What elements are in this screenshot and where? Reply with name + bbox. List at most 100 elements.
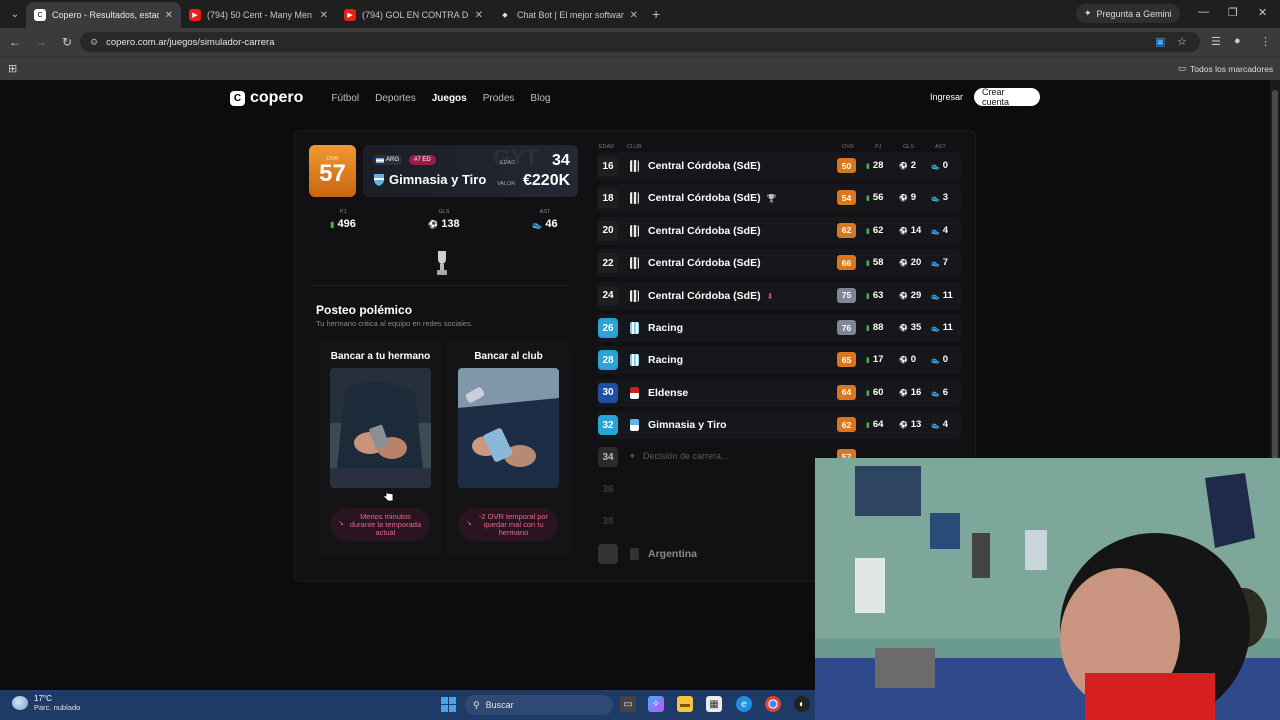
nav-juegos[interactable]: Juegos <box>432 93 467 104</box>
event-title: Posteo polémico <box>316 303 413 317</box>
apps-grid-icon[interactable]: ⊞ <box>8 62 17 75</box>
row-ast-value: 0 <box>942 160 949 171</box>
search-label: Buscar <box>485 700 514 710</box>
row-age: 32 <box>598 415 618 436</box>
forward-arrow-icon[interactable]: → <box>30 35 52 49</box>
site-nav: Fútbol Deportes Juegos Prodes Blog <box>331 93 550 104</box>
matches-icon: ▮ <box>866 325 870 332</box>
choice-effect: ↘ -2 OVR temporal por quedar mal con tu … <box>459 508 558 541</box>
translate-icon[interactable]: ▣ <box>1155 35 1165 48</box>
boot-icon: 👟 <box>931 422 940 430</box>
back-arrow-icon[interactable]: ← <box>4 35 26 49</box>
chevron-down-icon: ⌄ <box>10 8 20 20</box>
effect-text: Menos minutos durante la temporada actua… <box>349 511 422 537</box>
career-row[interactable]: 28 Racing 65 ▮ 17 ⚽ 0 👟 0 <box>597 346 961 375</box>
choice-title: Bancar a tu hermano <box>330 351 431 362</box>
nav-deportes[interactable]: Deportes <box>375 93 416 104</box>
chrome-icon[interactable] <box>765 696 781 712</box>
tab-search-button[interactable]: ⌄ <box>4 3 26 25</box>
store-icon[interactable]: ▦ <box>706 696 722 712</box>
row-ast-value: 7 <box>942 257 949 269</box>
copilot-icon[interactable]: ✧ <box>648 696 664 712</box>
close-icon[interactable]: ✕ <box>630 10 638 21</box>
tab-chatbot[interactable]: ◆ Chat Bot | El mejor software pa ✕ <box>491 2 646 28</box>
tab-youtube-1[interactable]: ▶ (794) 50 Cent - Many Men (Wis ✕ <box>181 2 336 28</box>
career-row[interactable]: 16 Central Córdoba (SdE) 50 ▮ 28 ⚽ 2 👟 0 <box>597 152 961 180</box>
matches-icon: ▮ <box>866 389 870 397</box>
row-age: 22 <box>598 253 618 274</box>
phone-user-illustration <box>330 368 431 488</box>
row-ast-value: 4 <box>942 224 949 236</box>
relegation-icon: ⬇ <box>766 291 774 301</box>
close-icon[interactable]: ✕ <box>475 10 483 21</box>
row-ovr: 64 <box>837 384 856 400</box>
matches-icon: ▮ <box>866 292 870 300</box>
row-pj: ▮ 88 <box>866 322 883 333</box>
choice-back-club[interactable]: Bancar al club ↘ -2 OVR temporal por que… <box>447 341 570 556</box>
boot-icon: 👟 <box>532 220 543 229</box>
all-bookmarks-button[interactable]: ▭ Todos los marcadores <box>1178 63 1273 74</box>
row-pj: ▮ 62 <box>866 225 883 236</box>
career-row[interactable]: 22 Central Córdoba (SdE) 66 ▮ 58 ⚽ 20 👟 7 <box>597 249 961 278</box>
row-age: 24 <box>598 285 618 306</box>
row-pj-value: 64 <box>872 419 884 431</box>
career-row[interactable]: 26 Racing 76 ▮ 88 ⚽ 35 👟 11 <box>597 314 961 342</box>
row-ast: 👟 4 <box>931 225 948 236</box>
choice-back-brother[interactable]: Bancar a tu hermano ↘ Menos minutos dura… <box>319 341 442 556</box>
nav-prodes[interactable]: Prodes <box>483 93 515 104</box>
stat-pj: PJ ▮ 496 <box>313 209 373 230</box>
tab-groups-icon[interactable]: ☰ <box>1211 35 1221 48</box>
choice-title: Bancar al club <box>474 351 543 362</box>
more-menu-icon[interactable]: ⋮ <box>1260 35 1271 48</box>
row-pj-value: 28 <box>872 160 884 171</box>
club-crest-icon <box>630 257 639 270</box>
choice-image <box>458 368 559 488</box>
app-icon[interactable]: ◐ <box>794 696 810 712</box>
folder-icon: ▭ <box>1178 63 1187 73</box>
browser-tab-bar: ⌄ C Copero - Resultados, estadístic ✕ ▶ … <box>0 0 1280 28</box>
career-row[interactable]: 32 Gimnasia y Tiro 62 ▮ 64 ⚽ 13 👟 4 <box>597 411 961 440</box>
tab-youtube-2[interactable]: ▶ (794) GOL EN CONTRA DE OTA ✕ <box>336 2 491 28</box>
career-row[interactable]: 30 Eldense 64 ▮ 60 ⚽ 16 👟 6 <box>597 378 961 407</box>
row-ast: 👟 0 <box>931 354 948 365</box>
close-icon[interactable]: ✕ <box>320 10 328 21</box>
row-gls-value: 9 <box>910 192 917 204</box>
nav-futbol[interactable]: Fútbol <box>331 93 359 104</box>
chatbot-icon: ◆ <box>502 12 508 19</box>
taskbar-search[interactable]: ⚲ Buscar <box>465 695 613 715</box>
nav-blog[interactable]: Blog <box>530 93 550 104</box>
close-icon[interactable]: ✕ <box>165 10 173 21</box>
task-view-icon[interactable]: ▭ <box>620 696 636 712</box>
career-row[interactable]: 20 Central Córdoba (SdE) 62 ▮ 62 ⚽ 14 👟 4 <box>597 216 961 245</box>
player-club: Gimnasia y Tiro <box>373 172 486 187</box>
row-age: 26 <box>598 318 618 338</box>
new-tab-button[interactable]: + <box>652 6 660 22</box>
career-row[interactable]: 18 Central Córdoba (SdE) 🏆 54 ▮ 56 ⚽ 9 👟 3 <box>597 184 961 213</box>
row-gls: ⚽ 16 <box>899 387 921 398</box>
site-info-icon[interactable]: ⚙ <box>90 37 98 48</box>
url-bar[interactable]: ⚙ copero.com.ar/juegos/simulador-carrera <box>80 32 1200 52</box>
row-ast: 👟 3 <box>931 192 948 203</box>
maximize-icon[interactable]: ❐ <box>1228 6 1238 19</box>
windows-start-icon[interactable] <box>441 697 456 712</box>
edge-icon[interactable]: e <box>736 696 752 712</box>
file-explorer-icon[interactable]: ▬ <box>677 696 693 712</box>
reload-icon[interactable]: ↻ <box>56 35 78 49</box>
signup-button[interactable]: Crear cuenta <box>974 87 1040 107</box>
tab-copero[interactable]: C Copero - Resultados, estadístic ✕ <box>26 2 181 28</box>
gemini-button[interactable]: ✦ Pregunta a Gemini <box>1076 4 1180 23</box>
career-row[interactable]: 24 Central Córdoba (SdE) ⬇ 75 ▮ 63 ⚽ 29 👟 11 <box>597 281 961 310</box>
row-gls-value: 16 <box>910 386 922 398</box>
close-window-icon[interactable]: ✕ <box>1258 6 1267 19</box>
bookmark-star-icon[interactable]: ☆ <box>1177 35 1187 48</box>
login-link[interactable]: Ingresar <box>930 92 963 102</box>
minimize-icon[interactable]: — <box>1198 6 1209 18</box>
copero-logo[interactable]: C copero <box>230 89 303 107</box>
row-gls: ⚽ 9 <box>899 192 916 203</box>
copero-logo-icon: C <box>230 90 245 106</box>
row-pj: ▮ 60 <box>866 387 883 398</box>
profile-avatar-icon[interactable]: ● <box>1234 35 1241 47</box>
weather-widget[interactable]: 17°C Parc. nublado <box>12 694 80 712</box>
boot-icon: 👟 <box>931 357 940 365</box>
ball-icon: ⚽ <box>899 260 908 268</box>
